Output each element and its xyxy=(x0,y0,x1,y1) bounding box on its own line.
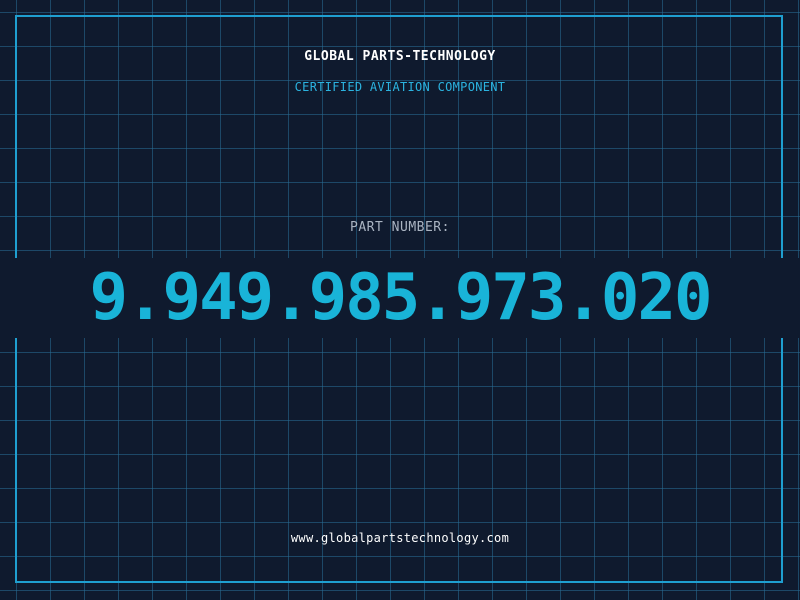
company-name: GLOBAL PARTS-TECHNOLOGY xyxy=(304,49,496,64)
part-number-value: 9.949.985.973.020 xyxy=(89,261,712,335)
website-url: www.globalpartstechnology.com xyxy=(290,531,510,545)
part-label-page: GLOBAL PARTS-TECHNOLOGY CERTIFIED AVIATI… xyxy=(0,0,800,600)
certification-subtitle: CERTIFIED AVIATION COMPONENT xyxy=(294,80,506,94)
part-number-label: PART NUMBER: xyxy=(350,220,450,235)
